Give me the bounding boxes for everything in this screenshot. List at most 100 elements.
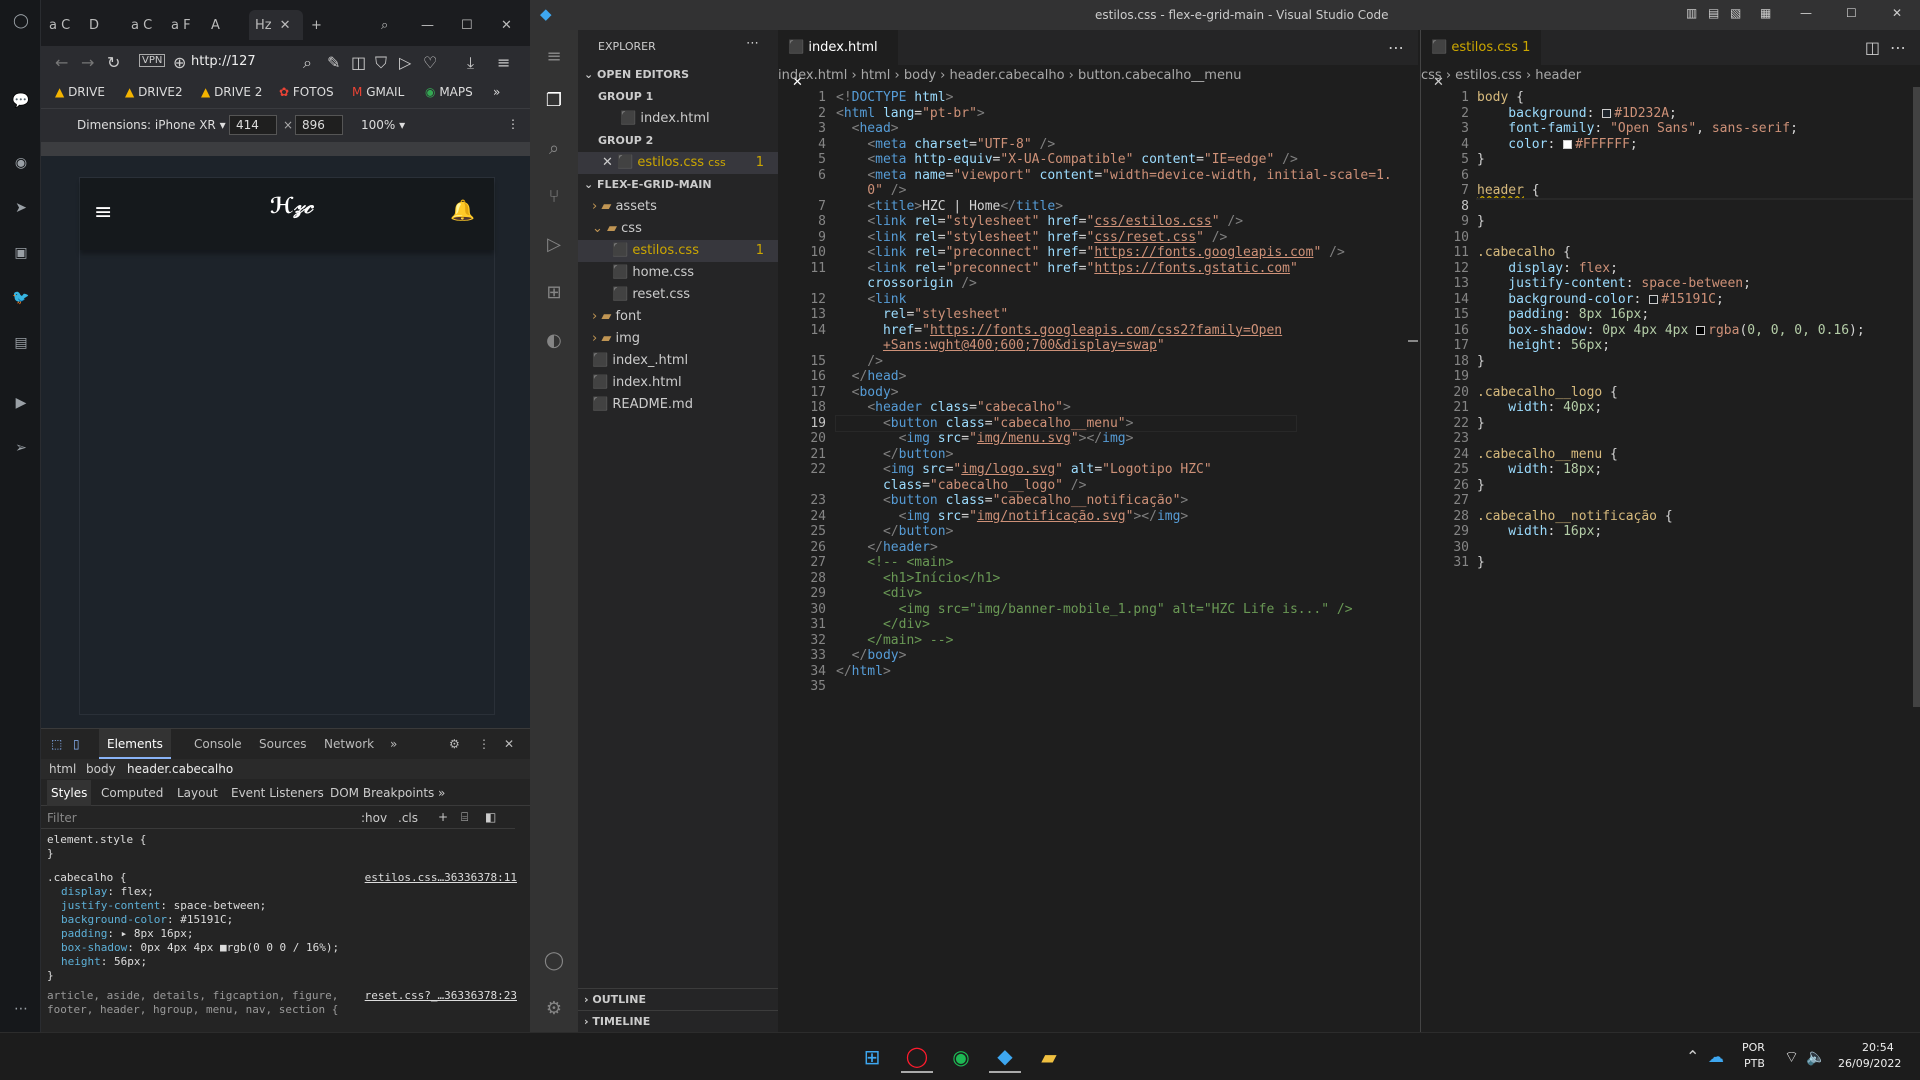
editor-more-icon[interactable]: ⋯ <box>1388 38 1404 57</box>
menu-icon[interactable]: ≡ <box>497 53 510 72</box>
code-line[interactable]: rel="stylesheet" <box>836 307 1008 322</box>
code-line[interactable]: display: flex; <box>1477 261 1618 276</box>
minimize-button[interactable]: — <box>1800 6 1812 20</box>
code-line[interactable]: href="https://fonts.googleapis.com/css2?… <box>836 323 1282 338</box>
tab-sources[interactable]: Sources <box>259 729 306 759</box>
opera-icon[interactable]: ◯ <box>901 1041 933 1073</box>
open-editor-estilos-css[interactable]: ✕ ⬛ estilos.css css 1 <box>578 152 778 174</box>
zoom-icon[interactable]: ⌕ <box>303 53 312 73</box>
start-icon[interactable]: ⊞ <box>856 1041 888 1073</box>
code-line[interactable]: width: 16px; <box>1477 524 1602 539</box>
code-line[interactable]: <header class="cabecalho"> <box>836 400 1071 415</box>
code-line[interactable]: } <box>1477 152 1485 167</box>
subtab-layout[interactable]: Layout <box>177 786 218 800</box>
shield-icon[interactable]: ⛉ <box>375 53 387 73</box>
breadcrumb-item[interactable]: estilos.css <box>1455 68 1522 83</box>
code-line[interactable]: <html lang="pt-br"> <box>836 106 985 121</box>
height-input[interactable]: 896 <box>295 115 343 135</box>
code-line[interactable]: box-shadow: 0px 4px 4px rgba(0, 0, 0, 0.… <box>1477 323 1864 338</box>
code-line[interactable]: .cabecalho { <box>1477 245 1571 260</box>
kebab-icon[interactable]: ⋮ <box>478 729 490 759</box>
breadcrumb-item[interactable]: button.cabecalho__menu <box>1078 68 1241 83</box>
search-icon[interactable]: ⌕ <box>381 10 388 40</box>
source-control-icon[interactable]: ⑂ <box>542 184 566 208</box>
tree-item[interactable]: ⬛ reset.css <box>578 284 778 306</box>
clock-time[interactable]: 20:54 <box>1862 1041 1894 1054</box>
close-tab-icon[interactable]: ✕ <box>280 18 291 33</box>
css-property[interactable]: padding: ▸ 8px 16px; <box>47 927 517 941</box>
code-line[interactable]: <link rel="preconnect" href="https://fon… <box>836 245 1344 260</box>
open-editor-index-html[interactable]: ⬛ index.html <box>578 108 778 130</box>
device-toggle-icon[interactable]: ▯ <box>73 737 80 751</box>
code-line[interactable]: .cabecalho__logo { <box>1477 385 1618 400</box>
outline-section[interactable]: › OUTLINE <box>578 988 778 1010</box>
more-options-icon[interactable]: ⋮ <box>507 117 519 131</box>
color-swatch[interactable] <box>1563 139 1573 149</box>
code-line[interactable]: } <box>1477 478 1485 493</box>
code-line[interactable]: body { <box>1477 90 1524 105</box>
customize-layout-icon[interactable]: ▦ <box>1760 6 1771 20</box>
code-line[interactable]: </button> <box>836 524 953 539</box>
code-line[interactable]: <button class="cabecalho__menu"> <box>835 414 1297 432</box>
breadcrumb-item[interactable]: index.html <box>778 68 847 83</box>
tab-estilos-css[interactable]: ⬛ estilos.css 1 ✕ <box>1421 30 1541 90</box>
cls-toggle[interactable]: .cls <box>398 811 418 825</box>
code-line[interactable]: +Sans:wght@400;600;700&display=swap" <box>836 338 1165 353</box>
color-swatch[interactable] <box>1602 108 1612 118</box>
reset-rule[interactable]: article, aside, details, figcaption, fig… <box>47 989 517 1003</box>
code-line[interactable]: <head> <box>836 121 899 136</box>
code-line[interactable]: /> <box>836 354 883 369</box>
code-line[interactable]: <link rel="preconnect" href="https://fon… <box>836 261 1298 276</box>
color-swatch[interactable] <box>1649 294 1659 304</box>
code-line[interactable]: background: #1D232A; <box>1477 106 1677 121</box>
camera-icon[interactable]: ◫ <box>351 53 366 72</box>
code-line[interactable]: </main> --> <box>836 633 953 648</box>
bookmark-drive[interactable]: ▲ DRIVE <box>55 85 105 99</box>
browser-tab[interactable]: a F <box>171 10 197 40</box>
timeline-section[interactable]: › TIMELINE <box>578 1010 778 1032</box>
bookmark-drive-2[interactable]: ▲ DRIVE 2 <box>201 85 262 99</box>
code-line[interactable]: <body> <box>836 385 899 400</box>
device-select[interactable]: Dimensions: iPhone XR ▾ <box>77 118 226 132</box>
code-line[interactable]: </body> <box>836 648 907 663</box>
hov-toggle[interactable]: :hov <box>361 811 387 825</box>
volume-icon[interactable]: 🔈 <box>1806 1047 1826 1066</box>
discord-icon[interactable]: ▤ <box>10 332 32 354</box>
code-line[interactable]: } <box>1477 354 1485 369</box>
breadcrumb-item[interactable]: body <box>904 68 936 83</box>
vscode-icon[interactable]: ◆ <box>989 1041 1021 1073</box>
editor-more-icon[interactable]: ⋯ <box>1890 38 1906 57</box>
browser-tab-active[interactable]: Hz ✕ <box>249 10 303 40</box>
tree-item[interactable]: ⬛ README.md <box>578 394 778 416</box>
subtab-event-listeners[interactable]: Event Listeners <box>231 786 324 800</box>
inspect-icon[interactable]: ⬚ <box>51 737 62 751</box>
address-bar[interactable]: http://127 <box>191 54 256 69</box>
breadcrumb-item[interactable]: css <box>1421 68 1442 83</box>
breadcrumb-item[interactable]: html <box>861 68 891 83</box>
tab-console[interactable]: Console <box>194 729 242 759</box>
css-property[interactable]: background-color: #15191C; <box>47 913 517 927</box>
tab-elements[interactable]: Elements <box>99 729 171 759</box>
layout-icon[interactable]: ▥ <box>1686 6 1697 20</box>
crumb-header[interactable]: header.cabecalho <box>127 762 233 776</box>
spotify-icon[interactable]: ◉ <box>945 1041 977 1073</box>
back-icon[interactable]: ← <box>55 53 68 72</box>
code-line[interactable]: width: 18px; <box>1477 462 1602 477</box>
code-line[interactable]: <meta name="viewport" content="width=dev… <box>836 168 1391 183</box>
browser-tab[interactable]: A <box>211 10 237 40</box>
code-line[interactable]: } <box>1477 555 1485 570</box>
heart-icon[interactable]: ♡ <box>423 53 437 72</box>
notification-bell-icon[interactable]: 🔔 <box>450 198 475 222</box>
browser-tab[interactable]: a C <box>131 10 157 40</box>
css-property[interactable]: display: flex; <box>47 885 517 899</box>
browser-tab[interactable]: a C <box>49 10 75 40</box>
code-line[interactable]: } <box>1477 214 1485 229</box>
more-tabs-icon[interactable]: » <box>390 729 397 759</box>
send-icon[interactable]: ▷ <box>399 53 411 72</box>
tree-item[interactable]: › ▰ img <box>578 328 778 350</box>
styles-filter-input[interactable]: Filter <box>47 811 77 825</box>
close-window-button[interactable]: ✕ <box>501 10 512 40</box>
more-subtabs-icon[interactable]: » <box>438 786 445 800</box>
close-devtools-icon[interactable]: ✕ <box>504 729 514 759</box>
code-line[interactable]: <img src="img/notificação.svg"></img> <box>836 509 1189 524</box>
